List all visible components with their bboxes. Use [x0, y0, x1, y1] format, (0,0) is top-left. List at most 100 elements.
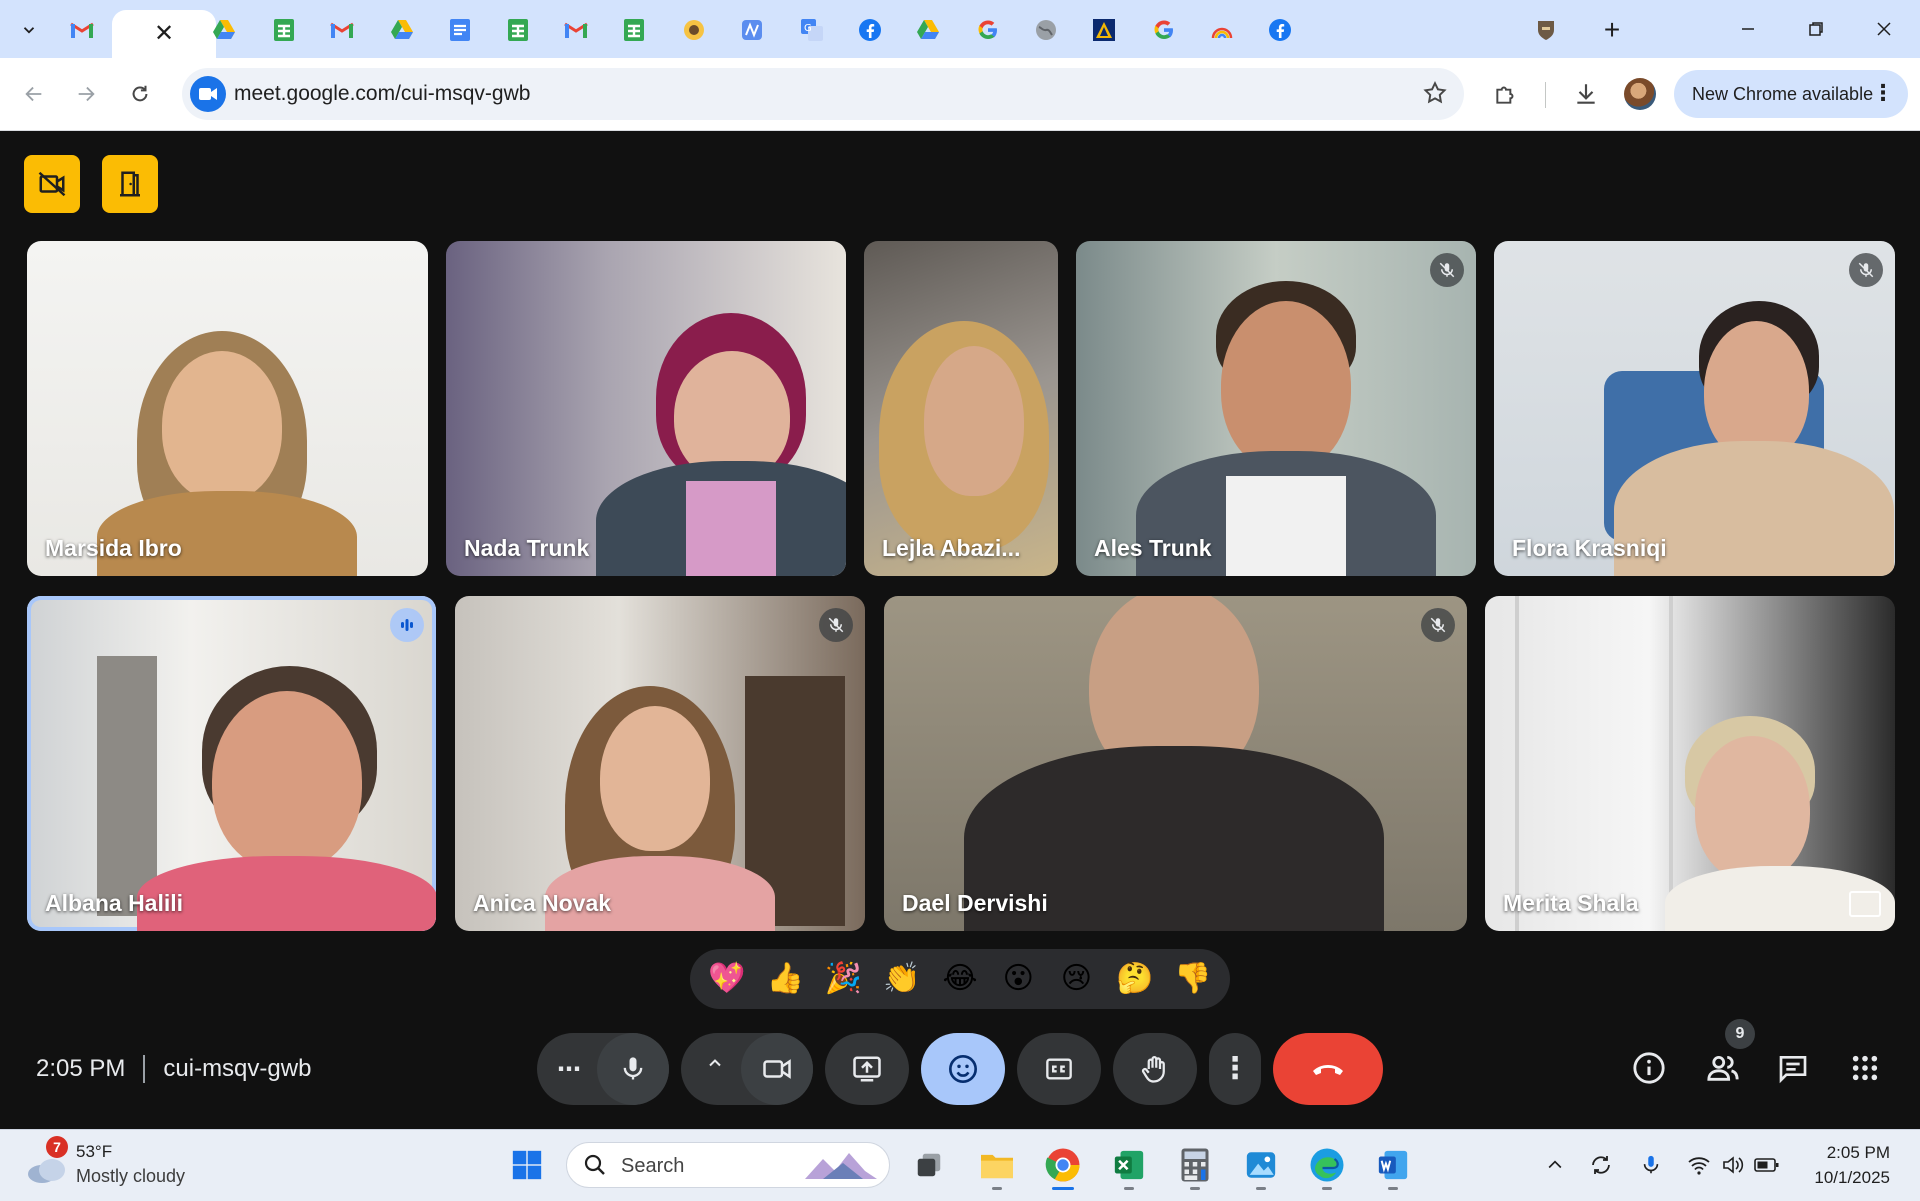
mic-off-icon — [1430, 253, 1464, 287]
photos-taskbar-button[interactable] — [1236, 1140, 1286, 1190]
minimize-button[interactable] — [1718, 8, 1778, 50]
reaction-sparkling-heart[interactable]: 💖 — [703, 964, 751, 994]
tab-google-drive-2[interactable] — [372, 10, 432, 50]
weather-widget[interactable]: 7 53°F Mostly cloudy — [22, 1136, 212, 1192]
tab-google-translate[interactable]: G — [782, 10, 842, 50]
reaction-party-popper[interactable]: 🎉 — [820, 964, 868, 994]
downloads-button[interactable] — [1566, 74, 1606, 114]
new-tab-button[interactable]: + — [1594, 14, 1630, 46]
participant-tile[interactable]: Flora Krasniqi — [1494, 241, 1895, 576]
extensions-button[interactable] — [1486, 74, 1526, 114]
close-window-button[interactable] — [1854, 8, 1914, 50]
excel-taskbar-button[interactable] — [1104, 1140, 1154, 1190]
leave-call-button[interactable] — [1273, 1033, 1383, 1105]
start-button[interactable] — [502, 1140, 552, 1190]
sync-tray-icon[interactable] — [1586, 1148, 1616, 1182]
tab-google-sheets[interactable] — [254, 10, 314, 50]
restore-icon — [1809, 22, 1823, 36]
participant-tile[interactable]: Nada Trunk — [446, 241, 846, 576]
reaction-surprised[interactable]: 😮 — [994, 964, 1042, 994]
tab-google-2[interactable] — [1134, 10, 1194, 50]
photos-icon — [1246, 1152, 1276, 1178]
back-button[interactable] — [14, 74, 54, 114]
close-icon[interactable]: ✕ — [154, 22, 174, 46]
tab-site-1[interactable] — [664, 10, 724, 50]
picture-in-picture-icon[interactable] — [1849, 891, 1881, 917]
door-icon — [120, 171, 140, 197]
tab-site-3[interactable] — [1074, 10, 1134, 50]
meeting-details-button[interactable] — [1626, 1045, 1672, 1091]
battery-tray-icon[interactable] — [1752, 1148, 1782, 1182]
participant-tile[interactable]: Lejla Abazi... — [864, 241, 1058, 576]
microphone-tray-icon[interactable] — [1636, 1148, 1666, 1182]
chevron-up-icon[interactable] — [705, 1053, 725, 1078]
raise-hand-button[interactable] — [1113, 1033, 1197, 1105]
reaction-clapping[interactable]: 👏 — [878, 964, 926, 994]
gmail-icon — [563, 17, 589, 43]
tab-globe[interactable] — [1016, 10, 1076, 50]
calculator-taskbar-button[interactable] — [1170, 1140, 1220, 1190]
tab-google-drive-3[interactable] — [898, 10, 958, 50]
tab-site-5[interactable] — [1516, 10, 1576, 50]
tab-site-2[interactable] — [722, 10, 782, 50]
tab-gmail[interactable] — [52, 10, 112, 50]
participant-tile[interactable]: Ales Trunk — [1076, 241, 1476, 576]
tab-gmail-2[interactable] — [312, 10, 372, 50]
participant-tile[interactable]: Marsida Ibro — [27, 241, 428, 576]
people-button[interactable] — [1700, 1045, 1746, 1091]
cloud-icon — [28, 1159, 65, 1183]
new-chrome-available-button[interactable]: New Chrome available ⋮ — [1674, 70, 1908, 118]
camera-button[interactable] — [741, 1033, 813, 1105]
captions-button[interactable] — [1017, 1033, 1101, 1105]
taskbar-search[interactable]: Search — [566, 1142, 890, 1188]
present-screen-button[interactable] — [825, 1033, 909, 1105]
tab-google-drive[interactable] — [194, 10, 254, 50]
file-explorer-button[interactable] — [972, 1140, 1022, 1190]
volume-tray-icon[interactable] — [1718, 1148, 1748, 1182]
chrome-taskbar-button[interactable] — [1038, 1140, 1088, 1190]
participant-tile[interactable]: Anica Novak — [455, 596, 865, 931]
reload-button[interactable] — [120, 74, 160, 114]
google-drive-icon — [389, 17, 415, 43]
audio-settings-button[interactable]: ⋯ — [557, 1055, 581, 1084]
host-controls-button[interactable] — [24, 155, 80, 213]
reaction-thumbs-up[interactable]: 👍 — [761, 964, 809, 994]
tab-google-sheets-2[interactable] — [488, 10, 548, 50]
restore-button[interactable] — [1786, 8, 1846, 50]
task-view-button[interactable] — [904, 1140, 954, 1190]
address-bar[interactable]: meet.google.com/cui-msqv-gwb — [182, 68, 1464, 120]
participant-tile[interactable]: Merita Shala — [1485, 596, 1895, 931]
participant-tile[interactable]: Dael Dervishi — [884, 596, 1467, 931]
wifi-tray-icon[interactable] — [1684, 1148, 1714, 1182]
download-icon — [1577, 84, 1595, 104]
chat-button[interactable] — [1770, 1045, 1816, 1091]
word-taskbar-button[interactable] — [1368, 1140, 1418, 1190]
bookmark-star-icon[interactable] — [1422, 80, 1448, 111]
tab-google[interactable] — [958, 10, 1018, 50]
tab-facebook-2[interactable] — [1250, 10, 1310, 50]
reaction-laughing[interactable]: 😂 — [936, 964, 984, 994]
activities-button[interactable] — [1842, 1045, 1888, 1091]
show-hidden-icons-button[interactable] — [1540, 1148, 1570, 1182]
reaction-crying[interactable]: 😢 — [1052, 964, 1100, 994]
tab-search-button[interactable] — [8, 12, 50, 48]
excel-icon — [1114, 1150, 1144, 1180]
profile-avatar[interactable] — [1624, 78, 1656, 110]
tab-google-docs[interactable] — [430, 10, 490, 50]
forward-button[interactable] — [66, 74, 106, 114]
tab-gmail-3[interactable] — [546, 10, 606, 50]
more-options-button[interactable]: ⋮ — [1209, 1033, 1261, 1105]
tab-site-4[interactable] — [1192, 10, 1252, 50]
microphone-button[interactable] — [597, 1033, 669, 1105]
reaction-thinking[interactable]: 🤔 — [1111, 964, 1159, 994]
url-text: meet.google.com/cui-msqv-gwb — [234, 82, 531, 105]
system-clock[interactable]: 2:05 PM 10/1/2025 — [1814, 1140, 1890, 1190]
companion-mode-button[interactable] — [102, 155, 158, 213]
participant-tile-speaking[interactable]: Albana Halili — [27, 596, 436, 931]
reaction-thumbs-down[interactable]: 👎 — [1169, 964, 1217, 994]
tab-facebook[interactable] — [840, 10, 900, 50]
toolbar-divider — [1545, 82, 1546, 108]
reactions-button[interactable] — [921, 1033, 1005, 1105]
edge-taskbar-button[interactable] — [1302, 1140, 1352, 1190]
tab-google-sheets-3[interactable] — [604, 10, 664, 50]
